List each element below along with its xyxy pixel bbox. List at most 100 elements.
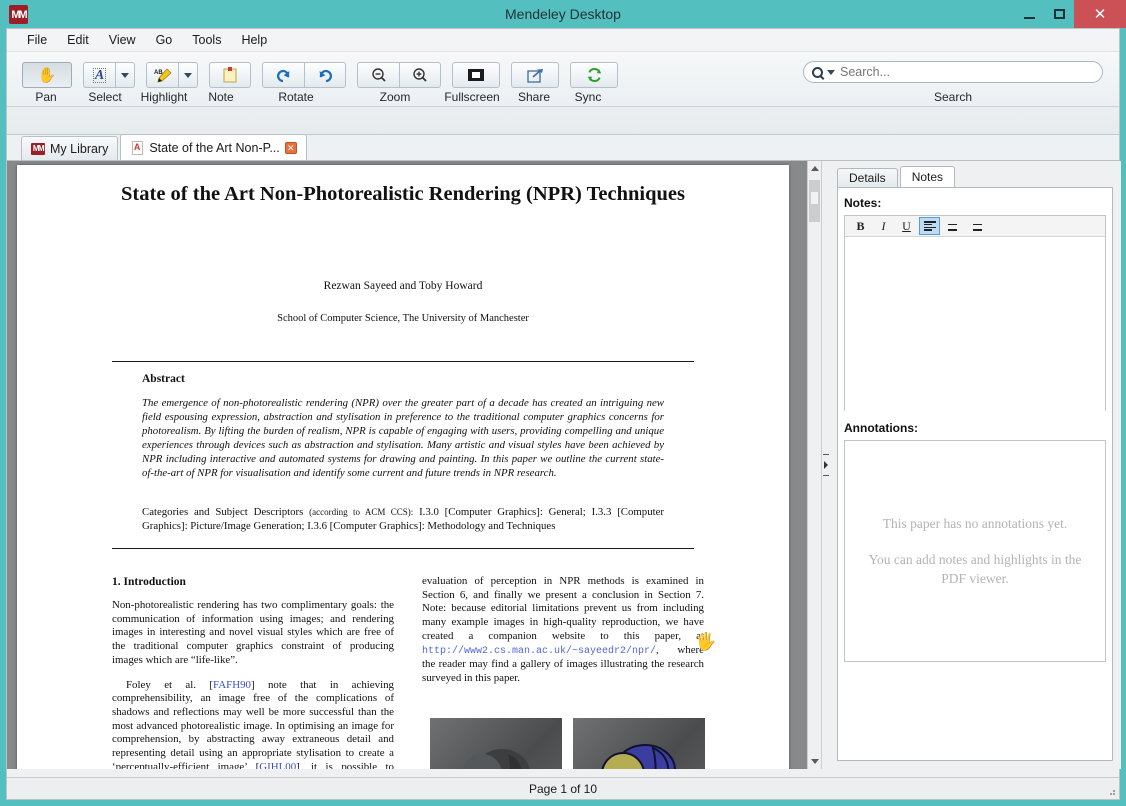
zoom-out-button[interactable] [357, 62, 399, 88]
sync-button[interactable] [570, 62, 618, 88]
label-fullscreen: Fullscreen [444, 90, 500, 104]
share-icon [526, 68, 543, 83]
toolbar-group-zoom [356, 62, 442, 88]
hand-icon: ✋ [37, 67, 57, 84]
paper-title: State of the Art Non-Photorealistic Rend… [121, 183, 685, 205]
main-area: State of the Art Non-Photorealistic Rend… [7, 161, 1121, 769]
italic-button[interactable]: I [873, 217, 894, 235]
share-button[interactable] [511, 62, 559, 88]
notes-label: Notes: [844, 196, 882, 210]
tab-notes[interactable]: Notes [899, 166, 956, 187]
close-button[interactable]: ✕ [1074, 0, 1126, 28]
toolbar-group-pan: ✋ [21, 62, 73, 88]
highlight-button[interactable]: AB [146, 62, 178, 88]
fullscreen-icon [468, 69, 484, 81]
annotations-empty-state: This paper has no annotations yet. You c… [844, 440, 1106, 662]
mendeley-icon: MM [31, 142, 45, 155]
align-center-button[interactable] [942, 217, 963, 235]
paragraph-right: evaluation of perception in NPR methods … [422, 575, 704, 686]
underline-button[interactable]: U [896, 217, 917, 235]
paragraph-intro-2: Foley et al. [FAFH90] note that in achie… [112, 679, 394, 769]
pdf-viewer-pane[interactable]: State of the Art Non-Photorealistic Rend… [7, 161, 807, 769]
tab-details[interactable]: Details [837, 168, 898, 187]
search-input[interactable] [840, 65, 1094, 79]
toolbar-group-share [510, 62, 560, 88]
align-left-icon [923, 221, 936, 231]
tab-document[interactable]: State of the Art Non-P... ✕ [120, 134, 307, 160]
menu-bar: File Edit View Go Tools Help [7, 29, 1119, 52]
label-pan: Pan [35, 90, 57, 104]
zoom-in-button[interactable] [399, 62, 441, 88]
panel-splitter[interactable] [822, 161, 829, 769]
select-dropdown-button[interactable] [115, 62, 135, 88]
menu-go[interactable]: Go [146, 31, 183, 49]
align-right-button[interactable] [965, 217, 986, 235]
right-panel-tabs: Details Notes [837, 166, 957, 187]
select-button[interactable]: A [83, 62, 115, 88]
chevron-up-icon [810, 166, 819, 171]
chevron-down-icon [121, 72, 129, 78]
window-title: Mendeley Desktop [505, 6, 621, 22]
highlight-dropdown-button[interactable] [178, 62, 198, 88]
menu-edit[interactable]: Edit [57, 31, 99, 49]
tab-bar: MM My Library State of the Art Non-P... … [7, 134, 1119, 161]
toolbar-buttons: ✋ A AB [21, 60, 628, 90]
scroll-up-button[interactable] [808, 161, 821, 176]
para2-part-b: ] note that in achieving comprehensibili… [112, 678, 395, 769]
pan-button[interactable]: ✋ [22, 62, 72, 88]
menu-help[interactable]: Help [231, 31, 277, 49]
categories-label: Categories and Subject Descriptors [142, 506, 304, 518]
client-area: File Edit View Go Tools Help ✋ A AB Pan … [6, 28, 1121, 800]
label-sync: Sync [574, 90, 602, 104]
scroll-down-button[interactable] [808, 754, 821, 769]
rotate-right-button[interactable] [304, 62, 346, 88]
pdf-page: State of the Art Non-Photorealistic Rend… [17, 165, 789, 769]
fullscreen-button[interactable] [452, 62, 500, 88]
annotations-empty-line-2: You can add notes and highlights in the … [868, 552, 1082, 586]
paper-affiliation: School of Computer Science, The Universi… [277, 313, 529, 324]
tab-close-icon[interactable]: ✕ [284, 141, 297, 154]
abstract-heading: Abstract [142, 373, 185, 385]
companion-website-link[interactable]: http://www2.cs.man.ac.uk/~sayeedr2/npr/ [422, 646, 656, 657]
minimize-button[interactable] [1014, 0, 1044, 28]
menu-tools[interactable]: Tools [182, 31, 231, 49]
chevron-down-icon [810, 759, 819, 764]
toolbar-group-note [208, 62, 252, 88]
annotations-label: Annotations: [844, 421, 918, 435]
search-dropdown-icon[interactable] [827, 69, 835, 75]
search-box[interactable] [803, 61, 1103, 83]
tab-my-library[interactable]: MM My Library [21, 136, 119, 160]
citation-gihl00[interactable]: GIHL00 [259, 761, 296, 769]
sticky-note-icon [223, 67, 236, 83]
text-select-icon: A [92, 67, 107, 83]
paragraph-intro-1: Non-photorealistic rendering has two com… [112, 599, 394, 666]
scrollbar-thumb[interactable] [809, 180, 820, 222]
right-panel-body: Notes: B I U Annotations: This paper has… [837, 187, 1113, 761]
menu-file[interactable]: File [17, 31, 57, 49]
label-highlight: Highlight [140, 90, 188, 104]
bold-button[interactable]: B [850, 217, 871, 235]
notes-format-toolbar: B I U [845, 216, 1105, 237]
menu-view[interactable]: View [99, 31, 146, 49]
abstract-body: The emergence of non-photorealistic rend… [142, 397, 664, 480]
rotate-left-icon [276, 69, 289, 82]
label-search: Search [933, 90, 973, 104]
resize-grip-icon[interactable] [1106, 786, 1116, 796]
notes-editor[interactable]: B I U [844, 215, 1106, 411]
rotate-left-button[interactable] [262, 62, 304, 88]
figure-row [430, 718, 705, 769]
align-right-icon [970, 221, 982, 231]
note-button[interactable] [209, 62, 251, 88]
notes-textarea[interactable] [845, 237, 1105, 411]
body-column-left: Non-photorealistic rendering has two com… [112, 599, 394, 769]
maximize-button[interactable] [1044, 0, 1074, 28]
sync-icon [587, 68, 601, 82]
categories-note: (according to ACM CCS): [309, 507, 414, 517]
pdf-vertical-scrollbar[interactable] [807, 161, 822, 769]
annotations-empty-line-1: This paper has no annotations yet. [882, 516, 1068, 531]
citation-fafh90[interactable]: FAFH90 [213, 679, 251, 691]
abstract-rule-top [112, 361, 694, 362]
label-rotate: Rotate [278, 90, 314, 104]
label-note: Note [208, 90, 234, 104]
align-left-button[interactable] [919, 217, 940, 235]
